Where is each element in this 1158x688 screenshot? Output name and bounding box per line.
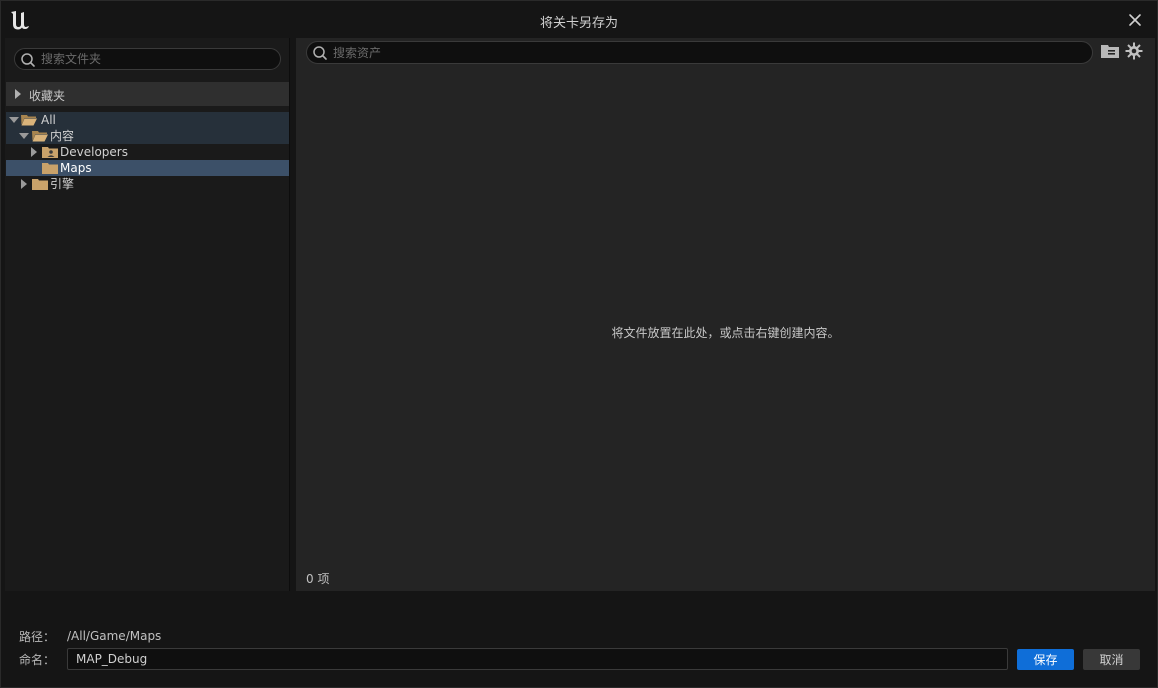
tree-item-label: All: [41, 113, 56, 127]
open-folder-icon: [21, 115, 37, 126]
folder-view-icon[interactable]: [1101, 44, 1119, 58]
item-count: 0 项: [306, 572, 330, 586]
name-input[interactable]: [67, 648, 1008, 670]
folder-tree: All 内容 Developers Maps 引擎: [6, 112, 289, 192]
footer-bar: 路径： /All/Game/Maps 命名： 保存 取消: [1, 591, 1157, 687]
search-icon: [313, 46, 327, 60]
name-label: 命名：: [19, 653, 56, 667]
expand-arrow-icon[interactable]: [31, 147, 37, 157]
collapse-arrow-icon[interactable]: [19, 133, 29, 139]
tree-item-all[interactable]: All: [6, 112, 289, 128]
asset-search-input[interactable]: [333, 44, 1083, 62]
cancel-button[interactable]: 取消: [1083, 649, 1140, 670]
tree-item-label: Maps: [60, 161, 92, 175]
save-button[interactable]: 保存: [1017, 649, 1074, 670]
open-folder-icon: [32, 131, 48, 142]
empty-drop-message: 将文件放置在此处，或点击右键创建内容。: [611, 326, 840, 340]
tree-item-label: 内容: [50, 129, 75, 143]
tree-item-maps[interactable]: Maps: [6, 160, 289, 176]
folder-search-input[interactable]: [41, 50, 276, 68]
favorites-label: 收藏夹: [29, 89, 66, 103]
folder-icon: [32, 179, 48, 190]
asset-panel: 将文件放置在此处，或点击右键创建内容。 0 项: [296, 38, 1155, 591]
tree-item-label: 引擎: [50, 177, 75, 191]
close-icon[interactable]: [1127, 12, 1143, 28]
title-bar: 将关卡另存为: [1, 1, 1157, 38]
path-label: 路径：: [19, 630, 56, 644]
favorites-section[interactable]: 收藏夹: [6, 82, 289, 106]
tree-item-label: Developers: [60, 145, 128, 159]
expand-arrow-icon[interactable]: [15, 89, 21, 99]
tree-item-developers[interactable]: Developers: [6, 144, 289, 160]
search-icon: [21, 53, 35, 67]
gear-icon[interactable]: [1125, 42, 1143, 60]
developer-folder-icon: [42, 147, 58, 158]
folder-search-box: [14, 48, 281, 70]
path-value: /All/Game/Maps: [67, 629, 162, 643]
tree-item-content[interactable]: 内容: [6, 128, 289, 144]
asset-search-box: [306, 41, 1093, 64]
folder-icon: [42, 163, 58, 174]
save-level-dialog: 将关卡另存为 收藏夹 All: [0, 0, 1158, 688]
window-title: 将关卡另存为: [539, 16, 618, 31]
tree-item-engine[interactable]: 引擎: [6, 176, 289, 192]
collapse-arrow-icon[interactable]: [9, 117, 19, 123]
folder-panel: 收藏夹 All 内容: [5, 38, 290, 591]
expand-arrow-icon[interactable]: [21, 179, 27, 189]
